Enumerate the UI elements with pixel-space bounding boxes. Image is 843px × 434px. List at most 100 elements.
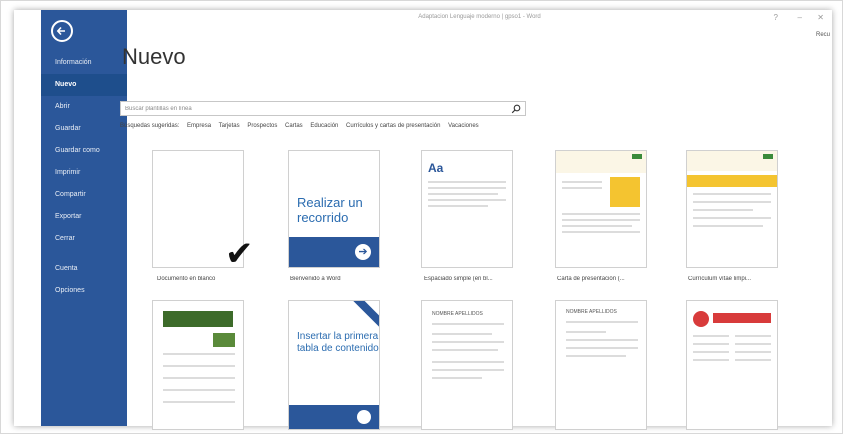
page-title: Nuevo bbox=[122, 44, 186, 69]
header-band bbox=[163, 311, 233, 327]
text-line bbox=[432, 349, 498, 351]
text-line bbox=[693, 335, 729, 337]
grid-line bbox=[163, 389, 235, 391]
doc-icon bbox=[357, 410, 371, 424]
logo-mark bbox=[763, 154, 773, 159]
text-line bbox=[566, 355, 626, 357]
initials-circle bbox=[693, 311, 709, 327]
text-line bbox=[432, 361, 504, 363]
template-welcome-word[interactable]: Realizar un recorrido ➔ bbox=[288, 150, 380, 268]
template-clean-resume[interactable] bbox=[686, 150, 778, 268]
highlight-band bbox=[687, 175, 777, 187]
text-line bbox=[428, 205, 488, 207]
resume-name: NOMBRE APELLIDOS bbox=[566, 309, 617, 315]
grid-line bbox=[163, 401, 235, 403]
text-line bbox=[735, 343, 771, 345]
text-line bbox=[428, 187, 506, 189]
header-band bbox=[713, 313, 771, 323]
search-input[interactable] bbox=[125, 102, 505, 115]
title-bar: Adaptacion Lenguaje moderno | gpso1 - Wo… bbox=[127, 10, 832, 28]
photo-placeholder bbox=[213, 333, 235, 347]
sidebar-item-guardar-como[interactable]: Guardar como bbox=[41, 140, 127, 162]
text-line bbox=[693, 209, 753, 211]
template-toc-tutorial[interactable]: Insertar la primera tabla de contenido bbox=[288, 300, 380, 430]
text-line bbox=[693, 351, 729, 353]
sidebar-item-imprimir[interactable]: Imprimir bbox=[41, 162, 127, 184]
grid-line bbox=[163, 365, 235, 367]
sidebar-item-nuevo[interactable]: Nuevo bbox=[41, 74, 127, 96]
text-line bbox=[693, 225, 763, 227]
text-line bbox=[562, 231, 640, 233]
minimize-button[interactable]: – bbox=[798, 13, 802, 22]
text-line bbox=[693, 343, 729, 345]
search-icon[interactable] bbox=[511, 104, 521, 114]
text-line bbox=[566, 321, 638, 323]
text-line bbox=[693, 193, 771, 195]
text-line bbox=[693, 217, 771, 219]
text-line bbox=[562, 187, 602, 189]
text-line bbox=[432, 341, 504, 343]
suggested-cartas[interactable]: Cartas bbox=[285, 123, 303, 129]
text-line bbox=[432, 323, 504, 325]
template-label: Bienvenido a Word bbox=[290, 276, 341, 282]
sidebar-item-abrir[interactable]: Abrir bbox=[41, 96, 127, 118]
arrow-right-icon: ➔ bbox=[355, 244, 371, 260]
text-line bbox=[432, 377, 482, 379]
help-button[interactable]: ? bbox=[774, 13, 778, 22]
template-label: Documento en blanco bbox=[157, 276, 216, 282]
account-name[interactable]: Recu bbox=[816, 32, 830, 38]
text-line bbox=[735, 351, 771, 353]
suggested-label: Búsquedas sugeridas: bbox=[120, 123, 180, 129]
sidebar-item-compartir[interactable]: Compartir bbox=[41, 184, 127, 206]
text-line bbox=[735, 359, 771, 361]
suggested-empresa[interactable]: Empresa bbox=[187, 123, 211, 129]
template-search bbox=[120, 101, 526, 116]
toc-text: Insertar la primera tabla de contenido bbox=[297, 331, 379, 354]
text-line bbox=[562, 213, 640, 215]
new-ribbon bbox=[352, 301, 379, 328]
sidebar-item-guardar[interactable]: Guardar bbox=[41, 118, 127, 140]
suggested-tarjetas[interactable]: Tarjetas bbox=[219, 123, 240, 129]
arrow-left-icon bbox=[56, 26, 65, 36]
template-modern-resume[interactable]: NOMBRE APELLIDOS bbox=[421, 300, 513, 430]
suggested-searches: Búsquedas sugeridas: Empresa Tarjetas Pr… bbox=[120, 123, 485, 129]
sidebar-item-cerrar[interactable]: Cerrar bbox=[41, 228, 127, 250]
text-line bbox=[566, 347, 638, 349]
text-line bbox=[693, 201, 771, 203]
backstage-sidebar: Información Nuevo Abrir Guardar Guardar … bbox=[41, 10, 127, 426]
text-line bbox=[432, 369, 504, 371]
sidebar-menu: Información Nuevo Abrir Guardar Guardar … bbox=[41, 52, 127, 302]
template-single-spaced[interactable]: Aa bbox=[421, 150, 513, 268]
text-line bbox=[562, 181, 602, 183]
sidebar-item-exportar[interactable]: Exportar bbox=[41, 206, 127, 228]
text-line bbox=[566, 331, 606, 333]
template-bold-resume[interactable] bbox=[686, 300, 778, 430]
resume-name: NOMBRE APELLIDOS bbox=[432, 311, 483, 317]
sidebar-item-cuenta[interactable]: Cuenta bbox=[41, 258, 127, 280]
highlight-box bbox=[610, 177, 640, 207]
text-line bbox=[566, 339, 638, 341]
sidebar-item-informacion[interactable]: Información bbox=[41, 52, 127, 74]
text-line bbox=[735, 335, 771, 337]
sidebar-item-opciones[interactable]: Opciones bbox=[41, 280, 127, 302]
aa-sample: Aa bbox=[428, 161, 444, 175]
text-line bbox=[693, 359, 729, 361]
suggested-prospectos[interactable]: Prospectos bbox=[247, 123, 277, 129]
text-line bbox=[428, 181, 506, 183]
grid-line bbox=[163, 353, 235, 355]
template-banded-calendar[interactable] bbox=[152, 300, 244, 430]
close-button[interactable]: ✕ bbox=[817, 13, 824, 22]
back-button[interactable] bbox=[51, 20, 73, 42]
welcome-text: Realizar un recorrido bbox=[297, 195, 363, 225]
template-label: Espaciado simple (en bl... bbox=[424, 276, 493, 282]
text-line bbox=[428, 193, 498, 195]
template-cover-letter[interactable] bbox=[555, 150, 647, 268]
suggested-vacaciones[interactable]: Vacaciones bbox=[448, 123, 479, 129]
checkmark-icon: ✔ bbox=[225, 235, 254, 273]
text-line bbox=[562, 219, 640, 221]
text-line bbox=[562, 225, 632, 227]
suggested-educacion[interactable]: Educación bbox=[310, 123, 338, 129]
template-cover-letter-2[interactable]: NOMBRE APELLIDOS bbox=[555, 300, 647, 430]
suggested-curriculos[interactable]: Currículos y cartas de presentación bbox=[346, 123, 440, 129]
logo-mark bbox=[632, 154, 642, 159]
